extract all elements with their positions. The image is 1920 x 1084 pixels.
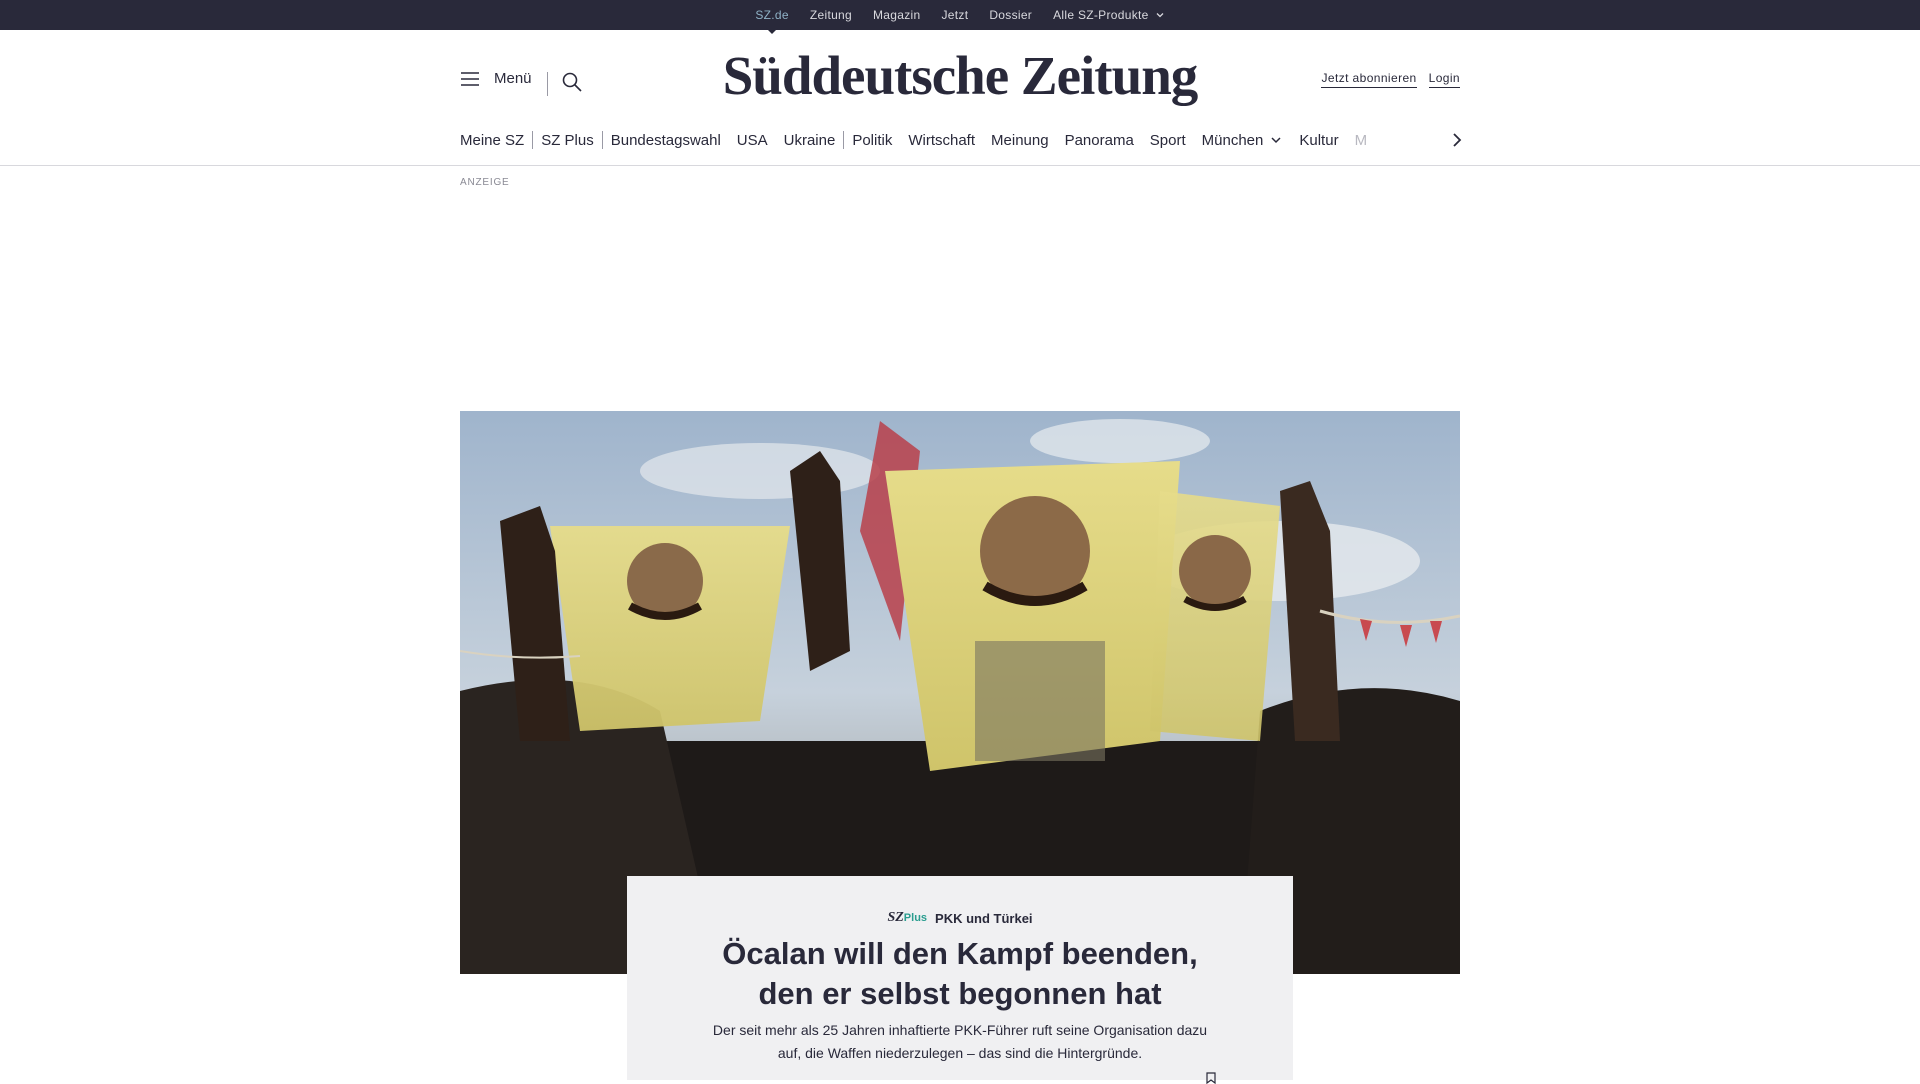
site-logo: Süddeutsche Zeitung [0,44,1920,107]
nav-item-sport[interactable]: Sport [1142,132,1194,149]
header-divider-line [0,165,1920,166]
nav-item-panorama[interactable]: Panorama [1057,132,1142,149]
nav-item-politik[interactable]: Politik [844,132,900,149]
nav-item-meine-sz[interactable]: Meine SZ [460,132,532,149]
chevron-right-icon[interactable] [1445,128,1469,152]
login-link[interactable]: Login [1428,71,1460,88]
teaser-card[interactable]: SZPlus PKK und Türkei Öcalan will den Ka… [627,876,1293,1084]
topbar-link-jetzt[interactable]: Jetzt [941,8,968,22]
top-utility-bar: SZ.de Zeitung Magazin Jetzt Dossier Alle… [0,0,1920,34]
ad-label: ANZEIGE [460,177,510,188]
nav-item-kultur[interactable]: Kultur [1291,132,1346,149]
topbar-link-dossier[interactable]: Dossier [989,8,1032,22]
chevron-down-icon [1271,137,1281,144]
sz-plus-badge: SZPlus [887,910,927,926]
topbar-link-zeitung[interactable]: Zeitung [810,8,852,22]
bookmark-icon[interactable] [1205,1072,1217,1084]
nav-item-usa[interactable]: USA [729,132,776,149]
sz-plus-badge-sz: SZ [887,910,904,925]
nav-item-sz-plus[interactable]: SZ Plus [533,132,602,149]
topbar-link-alle-sz-produkte[interactable]: Alle SZ-Produkte [1053,8,1165,22]
nav-item-wirtschaft[interactable]: Wirtschaft [900,132,983,149]
nav-item-meinung[interactable]: Meinung [983,132,1057,149]
topbar-link-szde[interactable]: SZ.de [755,8,789,34]
topbar-link-magazin[interactable]: Magazin [873,8,920,22]
nav-item-ukraine[interactable]: Ukraine [776,132,844,149]
subscribe-link[interactable]: Jetzt abonnieren [1321,71,1417,88]
teaser-kicker: SZPlus PKK und Türkei [627,910,1293,926]
teaser-headline-line1: Öcalan will den Kampf beenden, [722,936,1198,971]
teaser-summary-line2: auf, die Waffen niederzulegen – das sind… [777,1045,1143,1061]
topbar-link-alle-sz-produkte-label: Alle SZ-Produkte [1053,8,1149,22]
main-navigation: Meine SZ SZ Plus Bundestagswahl USA Ukra… [460,126,1460,154]
nav-item-truncated[interactable]: M [1347,132,1376,149]
sz-plus-badge-plus: Plus [903,912,928,924]
teaser-headline[interactable]: Öcalan will den Kampf beenden, den er se… [667,934,1253,1014]
teaser-kicker-text: PKK und Türkei [935,910,1033,926]
teaser-summary-line1: Der seit mehr als 25 Jahren inhaftierte … [712,1022,1208,1038]
site-logo-link[interactable]: Süddeutsche Zeitung [723,45,1199,106]
nav-item-muenchen-label: München [1201,131,1264,149]
header-account-links: Jetzt abonnieren Login [1321,71,1460,88]
teaser-headline-line2: den er selbst begonnen hat [758,976,1162,1011]
chevron-down-icon [1156,13,1164,18]
nav-item-bundestagswahl[interactable]: Bundestagswahl [603,132,729,149]
top-utility-nav: SZ.de Zeitung Magazin Jetzt Dossier Alle… [0,0,1920,34]
teaser-summary: Der seit mehr als 25 Jahren inhaftierte … [697,1019,1223,1065]
nav-item-muenchen[interactable]: München [1194,132,1292,149]
